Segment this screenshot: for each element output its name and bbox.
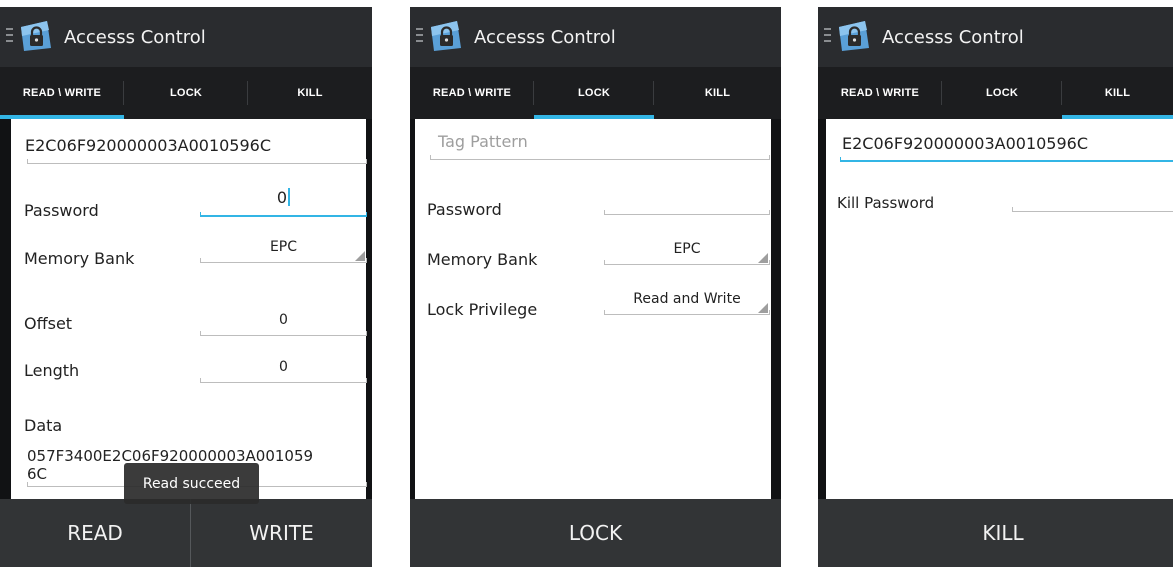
bottom-action-bar: READ WRITE — [0, 499, 372, 567]
kill-form: E2C06F920000003A0010596C Kill Password — [826, 119, 1173, 499]
tab-kill[interactable]: KILL — [654, 67, 781, 119]
tab-label: KILL — [1104, 87, 1131, 99]
tag-id-field[interactable]: E2C06F920000003A0010596C — [842, 134, 1088, 153]
drawer-menu-icon[interactable] — [416, 28, 423, 44]
tag-id-field[interactable]: E2C06F920000003A0010596C — [25, 136, 271, 155]
tab-label: KILL — [704, 87, 731, 99]
length-underline — [200, 378, 367, 383]
password-input[interactable]: 0 — [200, 188, 367, 207]
password-label: Password — [427, 200, 502, 219]
length-input[interactable]: 0 — [200, 359, 367, 375]
spinner-arrow-icon[interactable] — [355, 251, 365, 261]
memory-bank-spinner[interactable]: EPC — [200, 239, 367, 255]
phone-kill-screen: Accesss Control READ \ WRITE LOCK KILL E… — [818, 7, 1173, 567]
tab-kill[interactable]: KILL — [1062, 67, 1173, 119]
read-write-form: E2C06F920000003A0010596C Password 0 Memo… — [11, 119, 367, 499]
read-button[interactable]: READ — [0, 499, 190, 567]
memory-bank-label: Memory Bank — [24, 249, 135, 268]
tab-label: READ \ WRITE — [432, 87, 512, 99]
app-title: Accesss Control — [64, 27, 206, 48]
tab-bar: READ \ WRITE LOCK KILL — [410, 67, 781, 119]
offset-input[interactable]: 0 — [200, 312, 367, 328]
action-bar: Accesss Control — [410, 7, 781, 67]
write-button[interactable]: WRITE — [191, 499, 372, 567]
password-label: Password — [24, 201, 99, 220]
drawer-menu-icon[interactable] — [824, 28, 831, 44]
tab-read-write[interactable]: READ \ WRITE — [818, 67, 942, 119]
bottom-action-bar: LOCK — [410, 499, 781, 567]
length-label: Length — [24, 361, 80, 380]
drawer-menu-icon[interactable] — [6, 28, 13, 44]
spinner-arrow-icon[interactable] — [758, 303, 768, 313]
tab-label: READ \ WRITE — [840, 87, 920, 99]
lock-privilege-spinner[interactable]: Read and Write — [604, 291, 770, 307]
tab-label: KILL — [297, 87, 323, 99]
kill-password-input[interactable] — [1012, 207, 1173, 212]
tag-id-underline — [840, 157, 1173, 162]
offset-underline — [200, 331, 367, 336]
data-label: Data — [24, 416, 63, 435]
lock-privilege-underline — [604, 310, 770, 315]
memory-bank-label: Memory Bank — [427, 250, 538, 269]
action-bar: Accesss Control — [0, 7, 372, 67]
tag-pattern-input[interactable]: Tag Pattern — [438, 132, 528, 151]
toast-message: Read succeed — [124, 463, 259, 504]
action-bar: Accesss Control — [818, 7, 1173, 67]
offset-label: Offset — [24, 314, 73, 333]
tab-lock[interactable]: LOCK — [124, 67, 248, 119]
tab-lock[interactable]: LOCK — [942, 67, 1062, 119]
password-underline — [200, 212, 367, 217]
tab-bar: READ \ WRITE LOCK KILL — [0, 67, 372, 119]
password-value: 0 — [276, 188, 288, 207]
tab-read-write[interactable]: READ \ WRITE — [0, 67, 124, 119]
tag-id-underline — [27, 159, 367, 164]
lock-form: Tag Pattern Password Memory Bank EPC Loc… — [415, 119, 771, 499]
app-lock-icon[interactable] — [836, 18, 872, 54]
app-title: Accesss Control — [882, 27, 1024, 48]
app-title: Accesss Control — [474, 27, 616, 48]
tab-label: LOCK — [578, 87, 610, 99]
tab-label: READ \ WRITE — [22, 87, 102, 99]
tab-lock[interactable]: LOCK — [534, 67, 654, 119]
memory-bank-spinner[interactable]: EPC — [604, 241, 770, 257]
lock-button[interactable]: LOCK — [410, 499, 781, 567]
app-lock-icon[interactable] — [428, 18, 464, 54]
lock-privilege-label: Lock Privilege — [427, 300, 538, 319]
tab-read-write[interactable]: READ \ WRITE — [410, 67, 534, 119]
spinner-arrow-icon[interactable] — [758, 253, 768, 263]
phone-lock-screen: Accesss Control READ \ WRITE LOCK KILL T… — [410, 7, 781, 567]
tab-kill[interactable]: KILL — [248, 67, 372, 119]
tab-bar: READ \ WRITE LOCK KILL — [818, 67, 1173, 119]
kill-password-label: Kill Password — [837, 194, 935, 212]
memory-bank-underline — [200, 258, 367, 263]
phone-read-write-screen: Accesss Control READ \ WRITE LOCK KILL E… — [0, 7, 372, 567]
kill-button[interactable]: KILL — [818, 499, 1173, 567]
tab-label: LOCK — [986, 87, 1018, 99]
tag-pattern-underline — [430, 155, 770, 160]
memory-bank-underline — [604, 260, 770, 265]
password-input[interactable] — [604, 210, 770, 215]
bottom-action-bar: KILL — [818, 499, 1173, 567]
text-cursor — [288, 188, 291, 206]
app-lock-icon[interactable] — [18, 18, 54, 54]
tab-label: LOCK — [170, 87, 202, 99]
